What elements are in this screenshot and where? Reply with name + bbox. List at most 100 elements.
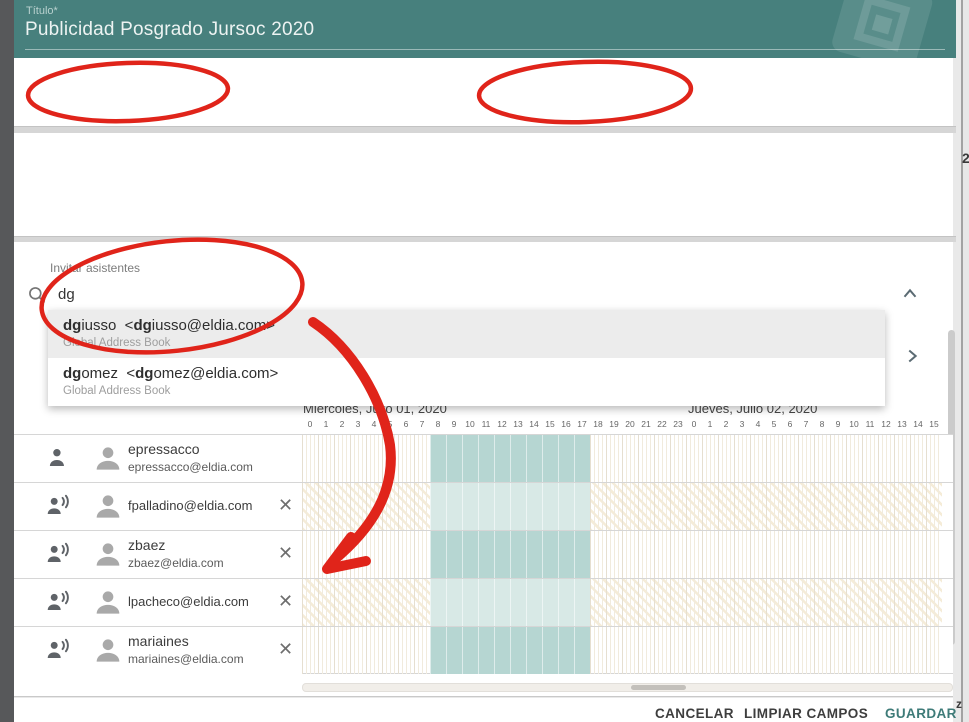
attendee-cell: fpalladino@eldia.com ✕: [14, 483, 302, 530]
attendee-name: epressacco: [128, 441, 253, 457]
background-text-fragment: 2: [962, 150, 969, 166]
hour-tick-label: 0: [302, 419, 318, 429]
hour-scale-day: 01234567891011121314151617181920212223: [302, 419, 686, 429]
scheduler-rows: epressacco epressacco@eldia.com ✕: [14, 434, 953, 674]
chevron-up-icon[interactable]: [899, 283, 921, 305]
hour-tick-label: 7: [414, 419, 430, 429]
busy-block: [430, 483, 590, 530]
window-left-strip: [0, 0, 14, 722]
attendee-cell: epressacco epressacco@eldia.com ✕: [14, 435, 302, 482]
horizontal-scrollbar[interactable]: [302, 683, 953, 692]
hour-tick-label: 7: [798, 419, 814, 429]
appointment-title-input[interactable]: Publicidad Posgrado Jursoc 2020: [25, 19, 314, 41]
avatar-icon: [92, 539, 124, 571]
hour-tick-label: 13: [510, 419, 526, 429]
chevron-right-icon[interactable]: [901, 345, 923, 367]
free-busy-grid-cell[interactable]: [302, 531, 942, 578]
title-field-label: Título*: [26, 5, 58, 17]
hour-tick-label: 13: [894, 419, 910, 429]
person-voice-icon: [44, 590, 72, 616]
suggestion-item[interactable]: dgiusso <dgiusso@eldia.com> Global Addre…: [48, 310, 885, 358]
remove-attendee-icon[interactable]: ✕: [278, 495, 293, 516]
avatar-icon: [92, 587, 124, 619]
title-underline: [25, 49, 945, 50]
attendee-row: lpacheco@eldia.com ✕: [14, 578, 953, 626]
attendee-cell: mariaines mariaines@eldia.com ✕: [14, 627, 302, 674]
free-busy-grid-cell[interactable]: [302, 483, 942, 530]
hour-tick-label: 15: [926, 419, 942, 429]
avatar-icon: [92, 491, 124, 523]
hour-tick-label: 1: [318, 419, 334, 429]
person-icon: [44, 446, 72, 472]
free-busy-grid-cell[interactable]: [302, 435, 942, 482]
attendee-email: lpacheco@eldia.com: [128, 594, 249, 609]
hour-tick-label: 10: [846, 419, 862, 429]
hour-tick-label: 12: [878, 419, 894, 429]
hour-tick-label: 21: [638, 419, 654, 429]
attendee-email: epressacco@eldia.com: [128, 460, 253, 474]
repeat-section: Repetir: [14, 133, 953, 236]
free-busy-grid-cell[interactable]: [302, 627, 942, 674]
hour-tick-label: 5: [766, 419, 782, 429]
hour-tick-label: 8: [814, 419, 830, 429]
hour-tick-label: 12: [494, 419, 510, 429]
hour-tick-label: 14: [910, 419, 926, 429]
attendee-search-input[interactable]: dg: [58, 286, 75, 303]
hour-tick-label: 2: [718, 419, 734, 429]
person-voice-icon: [44, 638, 72, 664]
hour-tick-label: 9: [446, 419, 462, 429]
hour-tick-label: 2: [334, 419, 350, 429]
section-divider: [14, 126, 956, 133]
hour-tick-label: 17: [574, 419, 590, 429]
attendee-row: fpalladino@eldia.com ✕: [14, 482, 953, 530]
hour-scale-day: 0123456789101112131415: [686, 419, 942, 429]
suggestion-name: dgomez <dgomez@eldia.com>: [63, 365, 885, 382]
clear-fields-button[interactable]: LIMPIAR CAMPOS: [744, 706, 868, 721]
invite-attendees-label: Invitar asistentes: [50, 261, 140, 275]
hour-tick-label: 9: [830, 419, 846, 429]
busy-block: [430, 579, 590, 626]
hour-tick-label: 0: [686, 419, 702, 429]
hour-tick-label: 4: [366, 419, 382, 429]
attendee-cell: lpacheco@eldia.com ✕: [14, 579, 302, 626]
hour-tick-label: 16: [558, 419, 574, 429]
background-text-fragment: z: [956, 697, 962, 711]
free-busy-grid-cell[interactable]: [302, 579, 942, 626]
remove-attendee-icon[interactable]: ✕: [278, 543, 293, 564]
person-voice-icon: [44, 494, 72, 520]
suggestion-source: Global Address Book: [63, 385, 885, 397]
hour-tick-label: 22: [654, 419, 670, 429]
remove-attendee-icon[interactable]: ✕: [278, 591, 293, 612]
hour-tick-label: 19: [606, 419, 622, 429]
cancel-button[interactable]: CANCELAR: [655, 706, 734, 721]
attendee-name: mariaines: [128, 633, 244, 649]
hour-tick-label: 23: [670, 419, 686, 429]
attendee-row: epressacco epressacco@eldia.com ✕: [14, 434, 953, 482]
page-edge-background: [963, 0, 969, 722]
appointment-dialog-page: Título* Publicidad Posgrado Jursoc 2020 …: [0, 0, 969, 722]
hour-tick-label: 6: [782, 419, 798, 429]
attendee-row: zbaez zbaez@eldia.com ✕: [14, 530, 953, 578]
busy-block: [430, 531, 590, 578]
avatar-icon: [92, 443, 124, 475]
attendee-email: fpalladino@eldia.com: [128, 498, 253, 513]
attendee-email: zbaez@eldia.com: [128, 556, 224, 570]
attendee-row: mariaines mariaines@eldia.com ✕: [14, 626, 953, 674]
person-voice-icon: [44, 542, 72, 568]
hour-tick-label: 15: [542, 419, 558, 429]
busy-block: [430, 627, 590, 674]
horizontal-scrollbar-thumb[interactable]: [631, 685, 686, 690]
hour-tick-label: 3: [350, 419, 366, 429]
suggestion-item[interactable]: dgomez <dgomez@eldia.com> Global Address…: [48, 358, 885, 406]
calendar-watermark-icon: [828, 0, 948, 58]
dialog-header: Título* Publicidad Posgrado Jursoc 2020: [14, 0, 956, 58]
save-button[interactable]: GUARDAR: [885, 706, 957, 721]
hour-tick-label: 3: [734, 419, 750, 429]
hour-tick-label: 14: [526, 419, 542, 429]
attendee-email: mariaines@eldia.com: [128, 652, 244, 666]
hour-tick-label: 20: [622, 419, 638, 429]
hour-tick-label: 8: [430, 419, 446, 429]
remove-attendee-icon[interactable]: ✕: [278, 639, 293, 660]
suggestion-name: dgiusso <dgiusso@eldia.com>: [63, 317, 885, 334]
hour-tick-label: 11: [478, 419, 494, 429]
